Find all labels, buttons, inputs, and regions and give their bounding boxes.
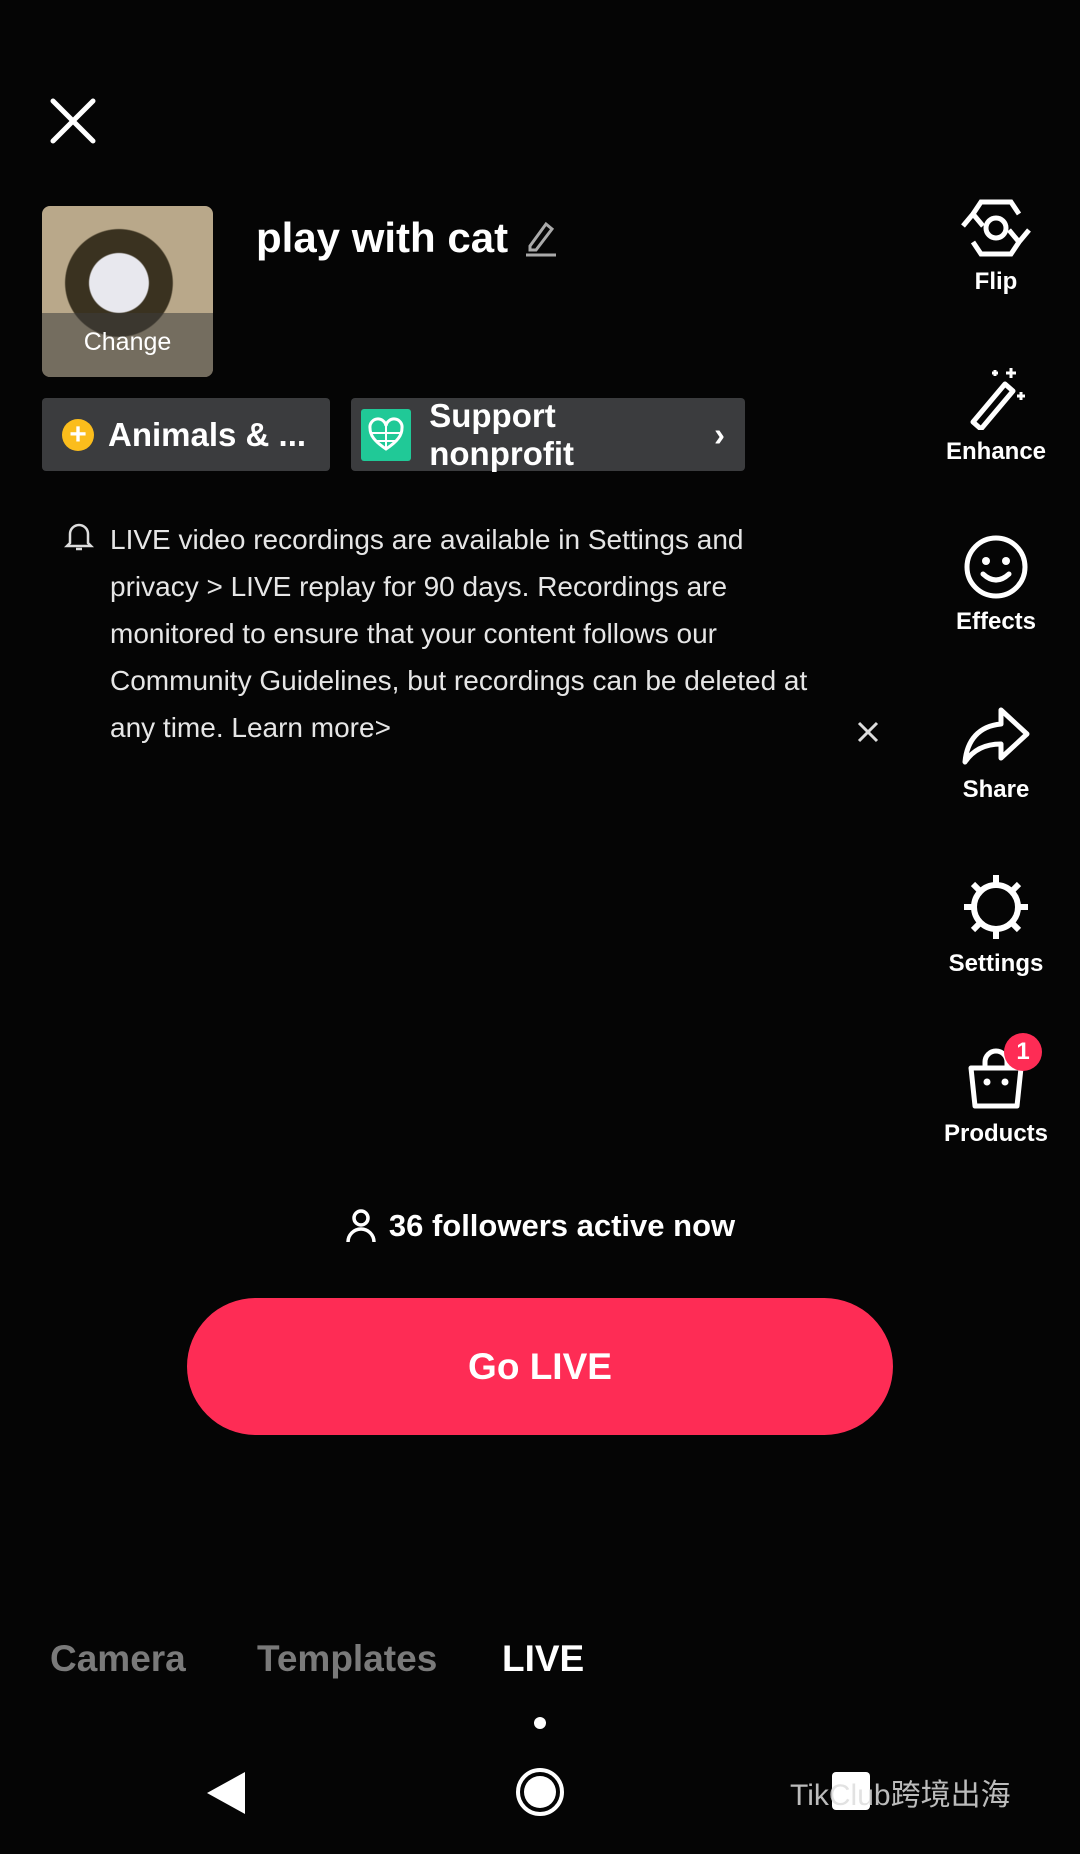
tab-templates[interactable]: Templates [257,1638,437,1680]
followers-active: 36 followers active now [0,1208,1080,1244]
share-button[interactable]: Share [936,704,1056,804]
settings-button[interactable]: Settings [936,872,1056,978]
active-tab-indicator [534,1717,546,1729]
edit-pencil-icon[interactable] [522,218,558,258]
gear-icon [964,875,1028,939]
watermark: TikClub跨境出海 [790,1779,1011,1812]
bell-icon [64,523,94,551]
flip-label: Flip [974,268,1018,295]
enhance-button[interactable]: Enhance [936,364,1056,466]
category-chip[interactable]: + Animals & ... [42,398,330,471]
stream-title[interactable]: play with cat [256,214,558,262]
smiley-face-icon [964,535,1028,599]
globe-heart-icon [361,408,412,461]
tab-live[interactable]: LIVE [502,1638,584,1680]
followers-text: 36 followers active now [388,1208,736,1243]
person-icon [346,1209,376,1243]
change-cover-label: Change [42,313,213,377]
go-live-button[interactable]: Go LIVE [187,1298,893,1435]
category-label: Animals & ... [108,415,307,453]
cover-thumbnail[interactable]: Change [42,206,213,377]
close-icon[interactable] [48,96,98,146]
effects-button[interactable]: Effects [936,534,1056,636]
support-nonprofit-chip[interactable]: Support nonprofit › [351,396,745,472]
effects-label: Effects [955,608,1037,635]
dismiss-notice-icon[interactable] [856,720,880,744]
tab-camera[interactable]: Camera [50,1638,186,1680]
enhance-label: Enhance [945,438,1047,465]
magic-wand-icon [970,368,1025,430]
back-nav-icon[interactable] [205,1770,247,1816]
title-text: play with cat [256,214,509,261]
live-replay-notice: LIVE video recordings are available in S… [110,524,808,743]
share-arrow-icon [962,707,1030,765]
share-label: Share [962,776,1030,803]
flip-button[interactable]: Flip [936,196,1056,296]
nonprofit-label: Support nonprofit [429,396,574,472]
flip-camera-icon [961,199,1031,257]
settings-label: Settings [948,950,1044,977]
category-plus-icon: + [62,418,94,451]
home-nav-icon[interactable] [515,1767,565,1817]
products-label: Products [943,1120,1048,1147]
products-badge: 1 [1004,1033,1042,1071]
chevron-right-icon: › [714,415,725,453]
